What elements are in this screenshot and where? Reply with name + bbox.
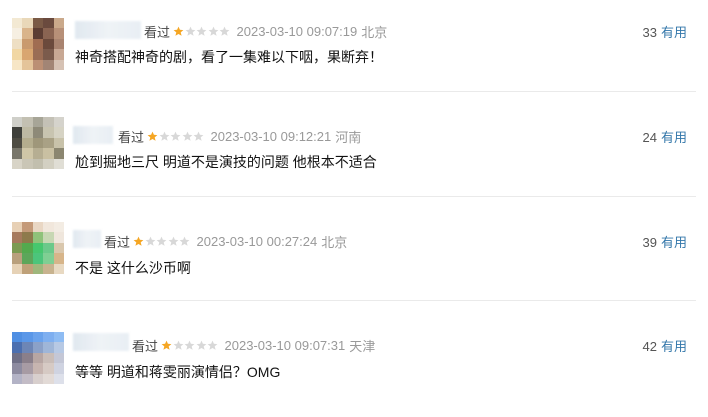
divider (12, 196, 696, 197)
watch-status: 看过 (132, 339, 159, 354)
divider (12, 300, 696, 301)
vote-count: 24 (642, 130, 657, 145)
star-empty-icon (207, 340, 218, 350)
username-redacted[interactable] (73, 230, 101, 248)
star-empty-icon (219, 26, 230, 36)
avatar[interactable] (12, 332, 64, 384)
vote-area: 33 有用 (643, 22, 687, 41)
vote-count: 33 (642, 25, 657, 40)
comment-time: 2023-03-10 09:07:19 (236, 24, 358, 39)
username-redacted[interactable] (75, 21, 141, 39)
star-empty-icon (145, 236, 155, 246)
avatar[interactable] (12, 117, 64, 169)
star-filled-icon (173, 26, 184, 36)
comment-meta: 看过 2023-03-10 09:07:31 天津 (132, 336, 375, 355)
comment-region: 北京 (321, 235, 348, 250)
star-empty-icon (196, 340, 206, 350)
comment-time: 2023-03-10 09:12:21 (210, 129, 332, 144)
comment-meta: 看过 2023-03-10 00:27:24 北京 (104, 232, 347, 251)
comment-item: 看过 2023-03-10 00:27:24 北京 39 有用 不是 这什么沙币啊 (0, 209, 708, 313)
star-empty-icon (159, 131, 169, 141)
comment-region: 北京 (361, 25, 388, 40)
star-empty-icon (156, 236, 167, 246)
star-filled-icon (147, 131, 158, 141)
watch-status: 看过 (118, 130, 145, 145)
watch-status: 看过 (104, 235, 131, 250)
comment-time: 2023-03-10 09:07:31 (224, 338, 346, 353)
comment-list: 看过 2023-03-10 09:07:19 北京 33 有用 神奇搭配神奇的剧，… (0, 0, 708, 400)
avatar[interactable] (12, 222, 64, 274)
vote-area: 42 有用 (643, 336, 687, 355)
useful-button[interactable]: 有用 (661, 130, 687, 145)
star-empty-icon (193, 131, 204, 141)
comment-text: 不是 这什么沙币啊 (75, 260, 191, 276)
useful-button[interactable]: 有用 (661, 235, 687, 250)
comment-item: 看过 2023-03-10 09:07:31 天津 42 有用 等等 明道和蒋雯丽… (0, 313, 708, 417)
star-rating (133, 236, 191, 247)
star-empty-icon (185, 26, 195, 36)
avatar[interactable] (12, 18, 64, 70)
username-redacted[interactable] (73, 333, 129, 351)
star-empty-icon (182, 131, 192, 141)
watch-status: 看过 (144, 25, 171, 40)
comment-text: 尬到掘地三尺 明道不是演技的问题 他根本不适合 (75, 154, 377, 170)
comment-meta: 看过 2023-03-10 09:07:19 北京 (144, 22, 387, 41)
comment-region: 天津 (349, 339, 376, 354)
comment-text: 神奇搭配神奇的剧，看了一集难以下咽，果断弃！ (75, 49, 383, 65)
star-empty-icon (184, 340, 195, 350)
vote-area: 39 有用 (643, 232, 687, 251)
star-empty-icon (173, 340, 183, 350)
username-redacted[interactable] (73, 126, 113, 144)
star-filled-icon (161, 340, 172, 350)
vote-count: 39 (642, 235, 657, 250)
vote-area: 24 有用 (643, 127, 687, 146)
comment-text: 等等 明道和蒋雯丽演情侣？OMG (75, 364, 281, 380)
vote-count: 42 (642, 339, 657, 354)
star-rating (161, 340, 219, 351)
star-empty-icon (179, 236, 190, 246)
star-empty-icon (168, 236, 178, 246)
star-rating (147, 131, 205, 142)
star-filled-icon (133, 236, 144, 246)
comment-region: 河南 (335, 130, 362, 145)
useful-button[interactable]: 有用 (661, 25, 687, 40)
useful-button[interactable]: 有用 (661, 339, 687, 354)
star-empty-icon (170, 131, 181, 141)
star-rating (173, 26, 231, 37)
star-empty-icon (208, 26, 218, 36)
divider (12, 91, 696, 92)
comment-time: 2023-03-10 00:27:24 (196, 234, 318, 249)
comment-meta: 看过 2023-03-10 09:12:21 河南 (118, 127, 361, 146)
star-empty-icon (196, 26, 207, 36)
comment-item: 看过 2023-03-10 09:07:19 北京 33 有用 神奇搭配神奇的剧，… (0, 0, 708, 104)
comment-item: 看过 2023-03-10 09:12:21 河南 24 有用 尬到掘地三尺 明道… (0, 104, 708, 208)
